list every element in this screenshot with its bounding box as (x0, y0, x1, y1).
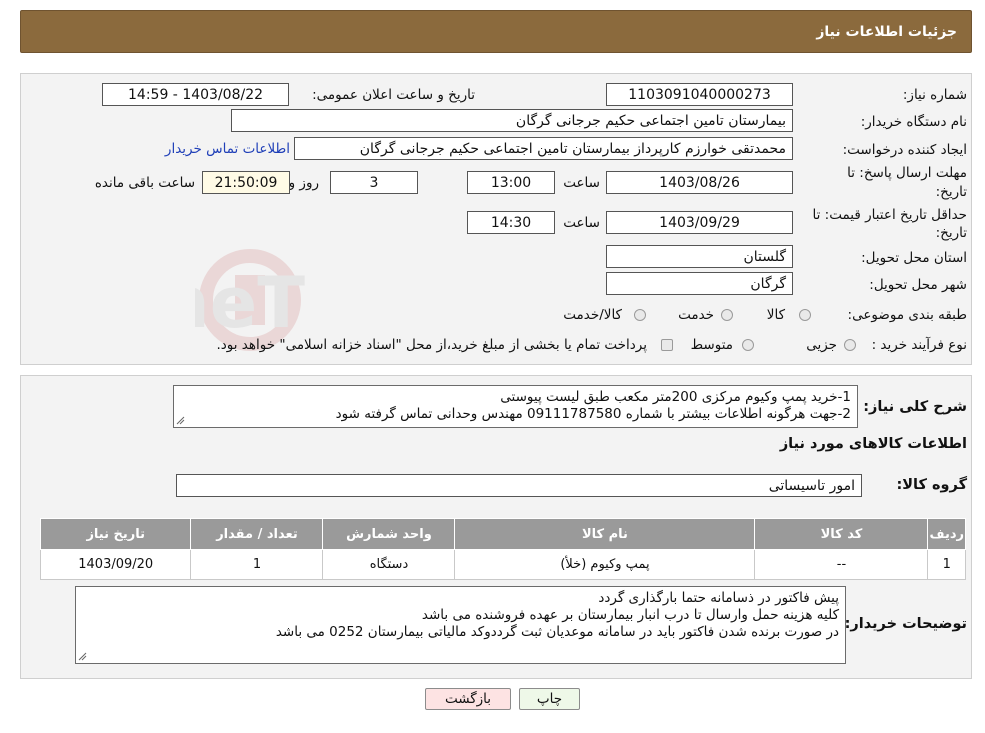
svg-text:AriaTender.neT: AriaTender.neT (195, 262, 305, 344)
category-radio-goods-service[interactable] (634, 309, 646, 321)
category-radio-goods[interactable] (799, 309, 811, 321)
process-option-medium: متوسط (690, 337, 733, 353)
validity-time-field: 14:30 (467, 211, 555, 234)
category-radio-service[interactable] (721, 309, 733, 321)
buyer-org-label: نام دستگاه خریدار: (860, 114, 967, 130)
col-date: تاریخ نیاز (39, 518, 192, 550)
process-checkbox-treasury[interactable] (661, 339, 673, 351)
cell-name: پمپ وکیوم (خلأ) (454, 549, 756, 580)
page-header: جزئیات اطلاعات نیاز (20, 10, 972, 53)
province-field: گلستان (606, 245, 793, 268)
remaining-time-field: 21:50:09 (202, 171, 290, 194)
deadline-time-field: 13:00 (467, 171, 555, 194)
goods-group-label: گروه کالا: (896, 477, 967, 493)
city-label: شهر محل تحویل: (869, 277, 967, 293)
cell-date: 1403/09/20 (39, 549, 192, 580)
col-unit: واحد شمارش (322, 518, 456, 550)
category-option-goods-service: کالا/خدمت (563, 307, 622, 323)
deadline-label-2: تاریخ: (935, 184, 967, 200)
page-title: جزئیات اطلاعات نیاز (816, 23, 957, 40)
description-label: شرح کلی نیاز: (863, 399, 967, 415)
process-option-minor: جزیی (806, 337, 837, 353)
description-line-1: 1-خرید پمپ وکیوم مرکزی 200متر مکعب طبق ل… (500, 389, 851, 405)
goods-group-field: امور تاسیساتی (176, 474, 862, 497)
deadline-date-field: 1403/08/26 (606, 171, 793, 194)
buyer-notes-line-1: پیش فاکتور در ذسامانه حتما بارگذاری گردد (598, 590, 839, 606)
buyer-org-field: بیمارستان تامین اجتماعی حکیم جرجانی گرگا… (231, 109, 793, 132)
buyer-contact-link[interactable]: اطلاعات تماس خریدار (165, 141, 290, 157)
description-textarea[interactable]: 1-خرید پمپ وکیوم مرکزی 200متر مکعب طبق ل… (173, 385, 858, 428)
creator-field: محمدتقی خوارزم کارپرداز بیمارستان تامین … (294, 137, 793, 160)
col-code: کد کالا (754, 518, 929, 550)
process-note: پرداخت تمام یا بخشی از مبلغ خرید،از محل … (216, 337, 647, 353)
buyer-notes-line-3: در صورت برنده شدن فاکتور باید در سامانه … (275, 624, 839, 640)
goods-section-title: اطلاعات کالاهای مورد نیاز (779, 436, 967, 452)
resize-grip-icon[interactable] (176, 416, 185, 425)
buyer-notes-line-2: کلیه هزینه حمل وارسال تا درب انبار بیمار… (421, 607, 839, 623)
category-option-goods: کالا (766, 307, 785, 323)
deadline-label: مهلت ارسال پاسخ: تا (847, 165, 967, 181)
back-button[interactable]: بازگشت (425, 688, 511, 710)
validity-date-field: 1403/09/29 (606, 211, 793, 234)
days-field: 3 (330, 171, 418, 194)
process-radio-medium[interactable] (742, 339, 754, 351)
description-line-2: 2-جهت هرگونه اطلاعات بیشتر با شماره 0911… (335, 406, 851, 422)
buyer-notes-label: توضیحات خریدار: (844, 616, 967, 632)
remaining-label: ساعت باقی مانده (94, 175, 195, 191)
col-name: نام کالا (454, 518, 756, 550)
announce-datetime-field: 1403/08/22 - 14:59 (102, 83, 289, 106)
process-label: نوع فرآیند خرید : (871, 337, 967, 353)
deadline-time-label: ساعت (563, 175, 600, 191)
validity-label: حداقل تاریخ اعتبار قیمت: تا (812, 207, 967, 223)
validity-label-2: تاریخ: (935, 225, 967, 241)
category-label: طبقه بندی موضوعی: (847, 307, 967, 323)
cell-row: 1 (927, 549, 966, 580)
need-number-label: شماره نیاز: (902, 87, 967, 103)
cell-qty: 1 (190, 549, 324, 580)
col-row: ردیف (927, 518, 966, 550)
category-option-service: خدمت (678, 307, 714, 323)
print-button[interactable]: چاپ (519, 688, 580, 710)
goods-table: ردیف کد کالا نام کالا واحد شمارش تعداد /… (39, 518, 966, 580)
validity-time-label: ساعت (563, 215, 600, 231)
need-number-field: 1103091040000273 (606, 83, 793, 106)
cell-code: -- (754, 549, 929, 580)
buyer-notes-textarea[interactable]: پیش فاکتور در ذسامانه حتما بارگذاری گردد… (75, 586, 846, 664)
announce-label: تاریخ و ساعت اعلان عمومی: (312, 87, 475, 103)
creator-label: ایجاد کننده درخواست: (842, 142, 967, 158)
table-row: 1 -- پمپ وکیوم (خلأ) دستگاه 1 1403/09/20 (39, 549, 966, 580)
cell-unit: دستگاه (322, 549, 456, 580)
resize-grip-icon[interactable] (78, 652, 87, 661)
days-label: روز و (288, 175, 319, 191)
col-qty: تعداد / مقدار (190, 518, 324, 550)
goods-table-header: ردیف کد کالا نام کالا واحد شمارش تعداد /… (39, 518, 966, 550)
city-field: گرگان (606, 272, 793, 295)
province-label: استان محل تحویل: (861, 250, 967, 266)
process-radio-minor[interactable] (844, 339, 856, 351)
